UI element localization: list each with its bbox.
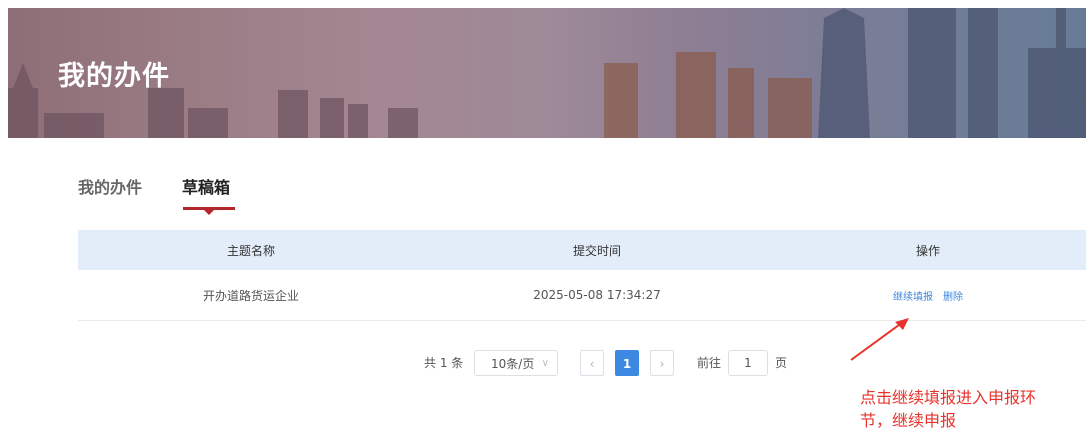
goto-unit-label: 页	[775, 356, 788, 370]
tab-my-cases[interactable]: 我的办件	[78, 174, 142, 198]
chevron-right-icon: ›	[659, 357, 665, 371]
cell-actions: 继续填报 删除	[770, 288, 1086, 303]
delete-link[interactable]: 删除	[943, 292, 963, 303]
annotation-line-2: 节，继续申报	[860, 411, 957, 430]
annotation-note: 点击继续填报进入申报环 节，继续申报	[860, 386, 1080, 432]
page-title: 我的办件	[58, 61, 170, 92]
column-header-subject: 主题名称	[226, 243, 275, 258]
page-banner: 我的办件	[8, 8, 1086, 138]
cell-submit-time: 2025-05-08 17:34:27	[533, 288, 661, 302]
page-number-button[interactable]: 1	[615, 350, 639, 376]
pagination-total: 共 1 条	[424, 356, 464, 370]
pagination: 共 1 条 10条/页 ∨ ‹ 1 › 前往 页	[0, 350, 1086, 376]
tab-drafts[interactable]: 草稿箱	[182, 174, 230, 198]
continue-fill-link[interactable]: 继续填报	[893, 292, 933, 303]
next-page-button[interactable]: ›	[650, 350, 674, 376]
annotation-line-1: 点击继续填报进入申报环	[860, 388, 1037, 407]
page-size-select[interactable]: 10条/页 ∨	[474, 350, 558, 376]
active-tab-caret-icon	[204, 210, 214, 215]
column-header-actions: 操作	[915, 243, 940, 258]
drafts-table: 主题名称 提交时间 操作 开办道路货运企业 2025-05-08 17:34:2…	[78, 230, 1086, 321]
goto-label: 前往	[697, 356, 722, 370]
table-header: 主题名称 提交时间 操作	[78, 230, 1086, 270]
chevron-left-icon: ‹	[589, 357, 595, 371]
prev-page-button[interactable]: ‹	[580, 350, 604, 376]
page-size-value: 10条/页	[491, 357, 535, 371]
annotation-arrow-icon	[850, 318, 909, 361]
cell-subject: 开办道路货运企业	[202, 288, 299, 303]
chevron-down-icon: ∨	[541, 358, 549, 369]
table-row: 开办道路货运企业 2025-05-08 17:34:27 继续填报 删除	[78, 270, 1086, 321]
column-header-submit-time: 提交时间	[572, 243, 621, 258]
goto-page-input[interactable]	[728, 350, 768, 376]
